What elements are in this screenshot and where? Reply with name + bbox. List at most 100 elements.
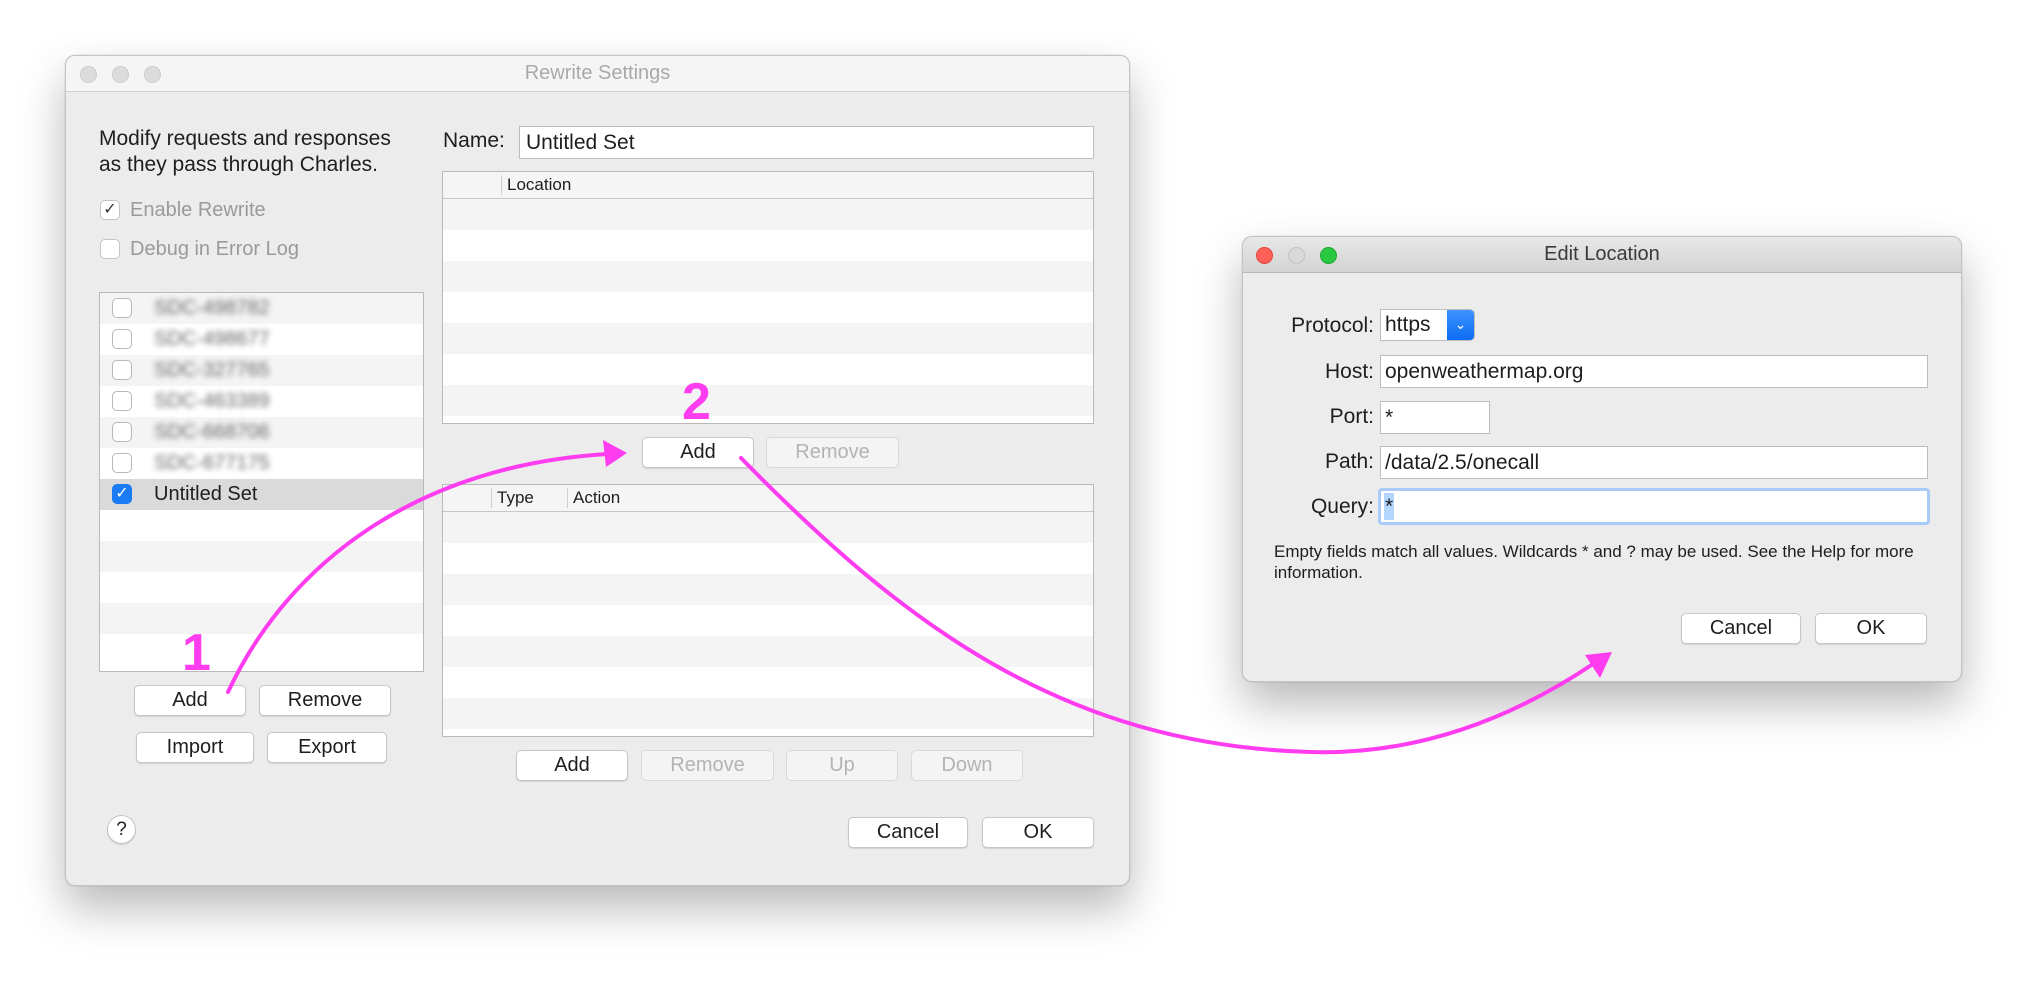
step-1-annotation: 1 (182, 624, 211, 682)
empty-row (443, 574, 1093, 605)
zoom-button[interactable] (144, 66, 161, 83)
redacted-set-name: SDC-668706 (154, 421, 270, 443)
debug-log-checkbox[interactable]: Debug in Error Log (100, 238, 360, 262)
checkbox-unchecked[interactable] (112, 298, 132, 318)
rules-table-header: Type Action (443, 485, 1093, 512)
empty-row (443, 385, 1093, 416)
empty-row (443, 354, 1093, 385)
empty-row (443, 698, 1093, 729)
empty-row (100, 634, 423, 665)
protocol-label: Protocol: (1291, 314, 1374, 337)
window-title: Edit Location (1544, 243, 1660, 265)
help-text: Empty fields match all values. Wildcards… (1274, 542, 1914, 582)
checkbox-unchecked[interactable] (112, 422, 132, 442)
rewrite-sets-list[interactable]: SDC-498782 SDC-498677 SDC-327765 SDC-463389… (99, 292, 424, 672)
rewrite-set-item[interactable]: SDC-498782 (100, 293, 423, 324)
close-button[interactable] (1256, 247, 1273, 264)
chevron-down-icon: ⌄ (1447, 310, 1474, 340)
edit-location-window: Edit Location Protocol: https ⌄ Host: op… (1242, 236, 1962, 682)
empty-row (100, 510, 423, 541)
redacted-set-name: SDC-498782 (154, 297, 270, 319)
name-label: Name: (443, 129, 505, 152)
checkbox-unchecked[interactable] (112, 391, 132, 411)
redacted-set-name: SDC-463389 (154, 390, 270, 412)
remove-rule-button[interactable]: Remove (641, 750, 774, 781)
path-label: Path: (1324, 450, 1374, 473)
locations-table-header: Location (443, 172, 1093, 199)
checkbox-unchecked[interactable] (112, 453, 132, 473)
rewrite-set-item[interactable]: ✓ Untitled Set (100, 479, 423, 510)
empty-row (443, 636, 1093, 667)
empty-row (443, 667, 1093, 698)
window-title: Rewrite Settings (524, 62, 671, 84)
minimize-button[interactable] (1288, 247, 1305, 264)
rewrite-set-item[interactable]: SDC-498677 (100, 324, 423, 355)
move-up-button[interactable]: Up (786, 750, 898, 781)
add-rule-button[interactable]: Add (516, 750, 628, 781)
empty-row (443, 543, 1093, 574)
column-header-type[interactable]: Type (491, 488, 534, 508)
locations-table-rows (443, 199, 1093, 423)
empty-row (443, 512, 1093, 543)
ok-button[interactable]: OK (982, 817, 1094, 848)
rewrite-set-item[interactable]: SDC-463389 (100, 386, 423, 417)
rules-table-rows (443, 512, 1093, 736)
checkbox-unchecked[interactable] (112, 329, 132, 349)
checkbox-unchecked[interactable] (112, 360, 132, 380)
rewrite-set-item[interactable]: SDC-668706 (100, 417, 423, 448)
enable-rewrite-label: Enable Rewrite (130, 199, 266, 221)
cancel-button[interactable]: Cancel (848, 817, 968, 848)
export-button[interactable]: Export (267, 732, 387, 763)
zoom-button[interactable] (1320, 247, 1337, 264)
redacted-set-name: SDC-677175 (154, 452, 270, 474)
query-input[interactable]: * (1378, 488, 1930, 525)
checkbox-checked[interactable]: ✓ (112, 484, 132, 504)
query-label: Query: (1310, 495, 1374, 518)
redacted-set-name: SDC-327765 (154, 359, 270, 381)
description-line-2: as they pass through Charles. (99, 153, 378, 176)
empty-row (100, 603, 423, 634)
path-input[interactable]: /data/2.5/onecall (1380, 446, 1928, 479)
empty-row (100, 541, 423, 572)
help-button[interactable]: ? (107, 815, 136, 844)
rewrite-settings-titlebar[interactable]: Rewrite Settings (66, 56, 1129, 92)
name-input[interactable]: Untitled Set (519, 126, 1094, 159)
rewrite-settings-window: Rewrite Settings Modify requests and res… (65, 55, 1130, 886)
edit-location-titlebar[interactable]: Edit Location (1243, 237, 1961, 273)
port-input[interactable]: * (1380, 401, 1490, 434)
empty-row (443, 199, 1093, 230)
empty-row (443, 323, 1093, 354)
empty-row (100, 572, 423, 603)
port-label: Port: (1329, 405, 1374, 428)
locations-table[interactable]: Location (442, 171, 1094, 424)
close-button[interactable] (80, 66, 97, 83)
debug-log-label: Debug in Error Log (130, 238, 299, 260)
step-2-annotation: 2 (682, 373, 711, 431)
column-header-action[interactable]: Action (567, 488, 620, 508)
add-set-button[interactable]: Add (134, 685, 246, 716)
protocol-value: https (1385, 313, 1431, 336)
add-location-button[interactable]: Add (642, 437, 754, 468)
rewrite-set-item[interactable]: SDC-327765 (100, 355, 423, 386)
minimize-button[interactable] (112, 66, 129, 83)
protocol-select[interactable]: https ⌄ (1380, 309, 1475, 341)
checkbox-unchecked[interactable] (100, 239, 120, 259)
ok-button[interactable]: OK (1815, 613, 1927, 644)
empty-row (443, 292, 1093, 323)
set-name: Untitled Set (154, 483, 258, 505)
checkbox-checked[interactable]: ✓ (100, 200, 120, 220)
rewrite-set-item[interactable]: SDC-677175 (100, 448, 423, 479)
rules-table[interactable]: Type Action (442, 484, 1094, 737)
empty-row (443, 261, 1093, 292)
column-header-location[interactable]: Location (501, 175, 571, 195)
remove-location-button[interactable]: Remove (766, 437, 899, 468)
redacted-set-name: SDC-498677 (154, 328, 270, 350)
empty-row (443, 605, 1093, 636)
remove-set-button[interactable]: Remove (259, 685, 391, 716)
host-label: Host: (1324, 360, 1374, 383)
move-down-button[interactable]: Down (911, 750, 1023, 781)
import-button[interactable]: Import (136, 732, 254, 763)
cancel-button[interactable]: Cancel (1681, 613, 1801, 644)
enable-rewrite-checkbox[interactable]: ✓ Enable Rewrite (100, 199, 360, 223)
host-input[interactable]: openweathermap.org (1380, 355, 1928, 388)
